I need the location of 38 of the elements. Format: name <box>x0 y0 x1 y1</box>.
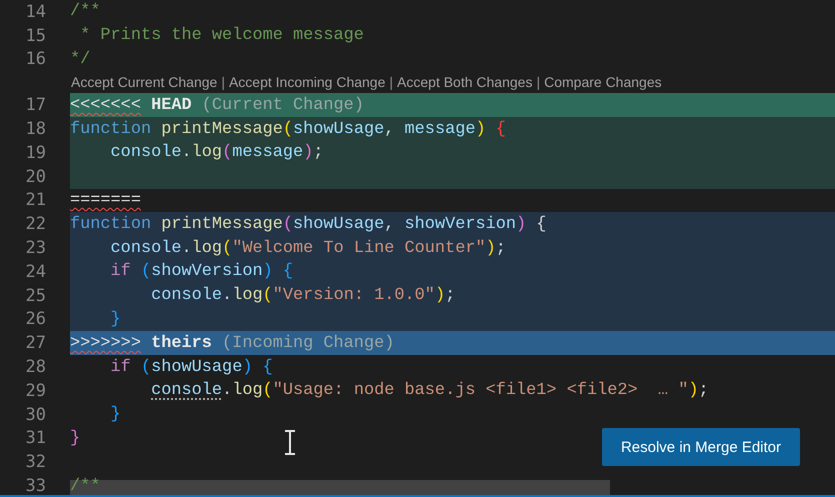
code-line: if (showUsage) { <box>110 356 273 379</box>
codelens-separator: | <box>536 74 540 90</box>
line-number: 33 <box>24 476 47 495</box>
line-number: 14 <box>24 2 47 22</box>
resolve-merge-button[interactable]: Resolve in Merge Editor <box>602 428 800 466</box>
code-line: ======= <box>70 190 141 212</box>
line-number: 23 <box>24 238 47 258</box>
line-number: 26 <box>24 309 47 330</box>
code-line: } <box>70 428 80 450</box>
line-number: 15 <box>24 26 47 46</box>
line-number: 31 <box>24 428 47 448</box>
line-number: 25 <box>24 286 47 306</box>
line-number: 32 <box>24 452 47 472</box>
text-cursor-icon <box>284 430 296 455</box>
line-number: 29 <box>24 380 47 401</box>
codelens-link[interactable]: Accept Current Change <box>71 74 218 90</box>
line-number: 17 <box>24 95 47 116</box>
line-number: 24 <box>24 262 47 282</box>
code-line: /** <box>70 476 100 495</box>
codelens-link[interactable]: Accept Both Changes <box>397 74 532 90</box>
codelens-link[interactable]: Compare Changes <box>544 74 662 90</box>
code-line: */ <box>70 48 90 71</box>
line-number: 27 <box>24 333 47 354</box>
codelens-separator: | <box>221 74 225 90</box>
code-line: /** <box>70 1 100 24</box>
line-number: 21 <box>24 190 47 210</box>
line-number: 30 <box>24 404 47 425</box>
line-number: 16 <box>24 49 47 70</box>
line-number: 28 <box>24 357 47 378</box>
codelens-link[interactable]: Accept Incoming Change <box>228 74 386 90</box>
line-number: 22 <box>24 214 47 234</box>
code-line: * Prints the welcome message <box>79 25 364 48</box>
line-number: 18 <box>24 119 47 140</box>
code-line: } <box>110 404 121 426</box>
code-line: console.log("Usage: node base.js <file1> <file2> … "); <box>150 380 709 402</box>
codelens-separator: | <box>389 74 394 90</box>
line-number: 20 <box>24 166 47 187</box>
line-number: 19 <box>24 142 47 163</box>
